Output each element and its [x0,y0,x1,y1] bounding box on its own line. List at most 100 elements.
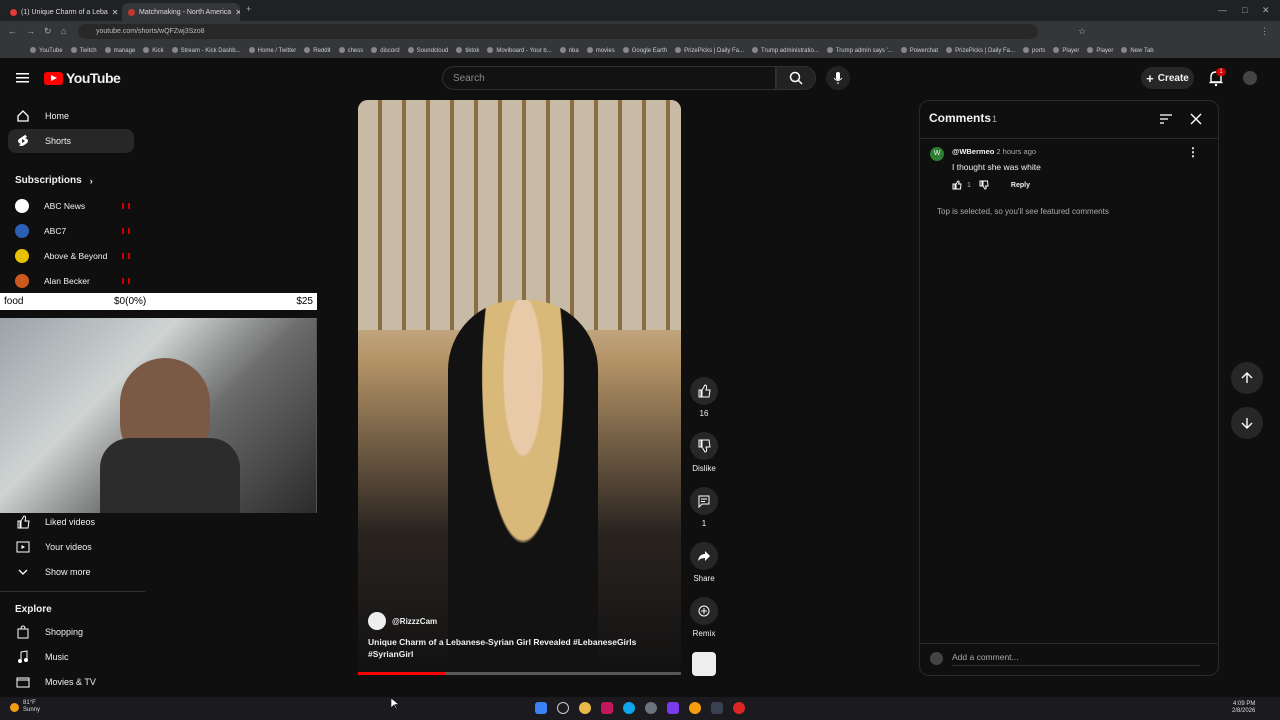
maximize-icon[interactable]: □ [1242,5,1247,15]
system-clock[interactable]: 4:09 PM 2/8/2026 [1232,701,1255,715]
bookmark-item[interactable]: discord [371,47,399,54]
sound-thumbnail[interactable] [692,652,716,676]
voice-search-button[interactable] [826,66,850,90]
share-button[interactable]: Share [690,542,718,583]
video-progress-bar[interactable] [358,672,681,675]
bookmark-item[interactable]: PrizePicks | Daily Fa... [675,47,744,54]
terminal-icon[interactable] [711,702,723,714]
remix-button[interactable]: Remix [690,597,718,638]
bookmark-item[interactable]: Player [1087,47,1113,54]
bookmark-item[interactable]: PrizePicks | Daily Fa... [946,47,1015,54]
sidebar-divider [0,591,145,592]
back-icon[interactable]: ← [8,26,17,36]
reload-icon[interactable]: ↻ [44,26,52,37]
sidebar-item-liked-videos[interactable]: Liked videos [8,510,134,534]
short-channel[interactable]: @RizzzCam [368,612,437,630]
taskbar-search-icon[interactable] [557,702,569,714]
subscription-item[interactable]: Alan Becker [15,274,130,288]
dislike-button[interactable]: Dislike [690,432,718,473]
menu-icon[interactable] [16,71,30,83]
search-button[interactable] [776,66,816,90]
youtube-logo[interactable]: YouTube [44,70,121,86]
bookmark-item[interactable]: Powerchat [901,47,938,54]
next-short-button[interactable] [1231,407,1263,439]
comment-author[interactable]: @WBermeo [952,147,994,156]
bookmark-item[interactable]: Kick [143,47,163,54]
bookmark-item[interactable]: ports [1023,47,1045,54]
channel-name[interactable]: @RizzzCam [392,617,437,626]
comment-like-button[interactable]: 1 [952,180,971,190]
chrome-icon[interactable] [579,702,591,714]
thumb-down-icon[interactable] [979,180,989,190]
comments-button[interactable]: 1 [690,487,718,528]
bookmark-item[interactable]: nba [560,47,579,54]
goal-amount: $25 [296,296,313,307]
bookmark-item[interactable]: Stream - Kick Dashb... [172,47,241,54]
browser-tab-2[interactable]: Matchmaking - North America ✕ [122,3,240,21]
app-icon[interactable] [645,702,657,714]
minimize-icon[interactable]: — [1218,5,1227,15]
bookmark-item[interactable]: Trump administratio... [752,47,819,54]
home-browser-icon[interactable]: ⌂ [61,26,66,36]
reply-button[interactable]: Reply [1011,182,1030,189]
short-video-player[interactable] [358,100,681,676]
bookmark-item[interactable]: tiktok [456,47,479,54]
discord-icon[interactable] [667,702,679,714]
bookmark-item[interactable]: Trump admin says '... [827,47,893,54]
sort-comments-button[interactable] [1160,112,1172,130]
sidebar-item-shopping[interactable]: Shopping [8,620,134,644]
channel-avatar[interactable] [368,612,386,630]
add-comment-input[interactable]: Add a comment... [952,652,1200,666]
forward-icon[interactable]: → [26,26,35,36]
windows-start-icon[interactable] [535,702,547,714]
arrow-down-icon [1241,418,1253,429]
sidebar-item-shorts[interactable]: Shorts [8,128,134,153]
channel-avatar [15,249,29,263]
close-tab-icon[interactable]: ✕ [235,8,240,17]
like-button[interactable]: 16 [690,377,718,418]
sidebar-item-show-more[interactable]: Show more [8,560,134,584]
close-tab-icon[interactable]: ✕ [112,8,119,17]
bookmark-item[interactable]: New Tab [1121,47,1153,54]
bookmark-item[interactable]: chess [339,47,364,54]
bookmark-item[interactable]: Moviboard - Your b... [487,47,551,54]
app-icon[interactable] [601,702,613,714]
youtube-play-icon [44,71,63,85]
subscription-item[interactable]: ABC News [15,199,130,213]
sidebar-item-your-videos[interactable]: Your videos [8,535,134,559]
bookmark-item[interactable]: Twitch [71,47,97,54]
account-avatar[interactable] [1243,71,1257,85]
subscription-item[interactable]: Above & Beyond [15,249,130,263]
subscriptions-heading[interactable]: Subscriptions › [15,175,93,186]
bookmark-item[interactable]: Reddit [304,47,330,54]
chrome-active-icon[interactable] [689,702,701,714]
subscriptions-title: Subscriptions [15,175,82,186]
subscription-item[interactable]: ABC7 [15,224,130,238]
comment-more-icon[interactable]: ⋮ [1187,145,1199,159]
previous-short-button[interactable] [1231,362,1263,394]
bookmark-item[interactable]: movies [587,47,615,54]
comment-avatar[interactable]: W [930,147,944,161]
browser-tab-1[interactable]: (1) Unique Charm of a Leba ✕ [4,3,120,21]
browser-menu-icon[interactable]: ⋮ [1260,26,1269,37]
new-tab-icon[interactable]: + [246,4,251,14]
sidebar-item-movies-tv[interactable]: Movies & TV [8,670,134,694]
weather-widget[interactable]: 81°F Sunny [10,700,40,714]
create-button[interactable]: + Create [1141,67,1194,89]
bookmark-item[interactable]: manage [105,47,136,54]
bookmark-item[interactable]: Home / Twitter [249,47,297,54]
weather-desc: Sunny [23,707,41,713]
sidebar-item-home[interactable]: Home [8,104,134,128]
bookmark-item[interactable]: YouTube [30,47,63,54]
address-bar[interactable]: youtube.com/shorts/wQFZwj3Szo8 [78,24,1038,39]
bookmark-item[interactable]: Google Earth [623,47,667,54]
bookmark-item[interactable]: Soundcloud [408,47,449,54]
bookmark-item[interactable]: Player [1053,47,1079,54]
sidebar-item-music[interactable]: Music [8,645,134,669]
edge-icon[interactable] [623,702,635,714]
bookmark-star-icon[interactable]: ☆ [1078,26,1086,37]
search-input[interactable]: Search [442,66,776,90]
close-window-icon[interactable]: ✕ [1262,5,1270,16]
app-icon[interactable] [733,702,745,714]
close-comments-button[interactable] [1190,112,1202,130]
